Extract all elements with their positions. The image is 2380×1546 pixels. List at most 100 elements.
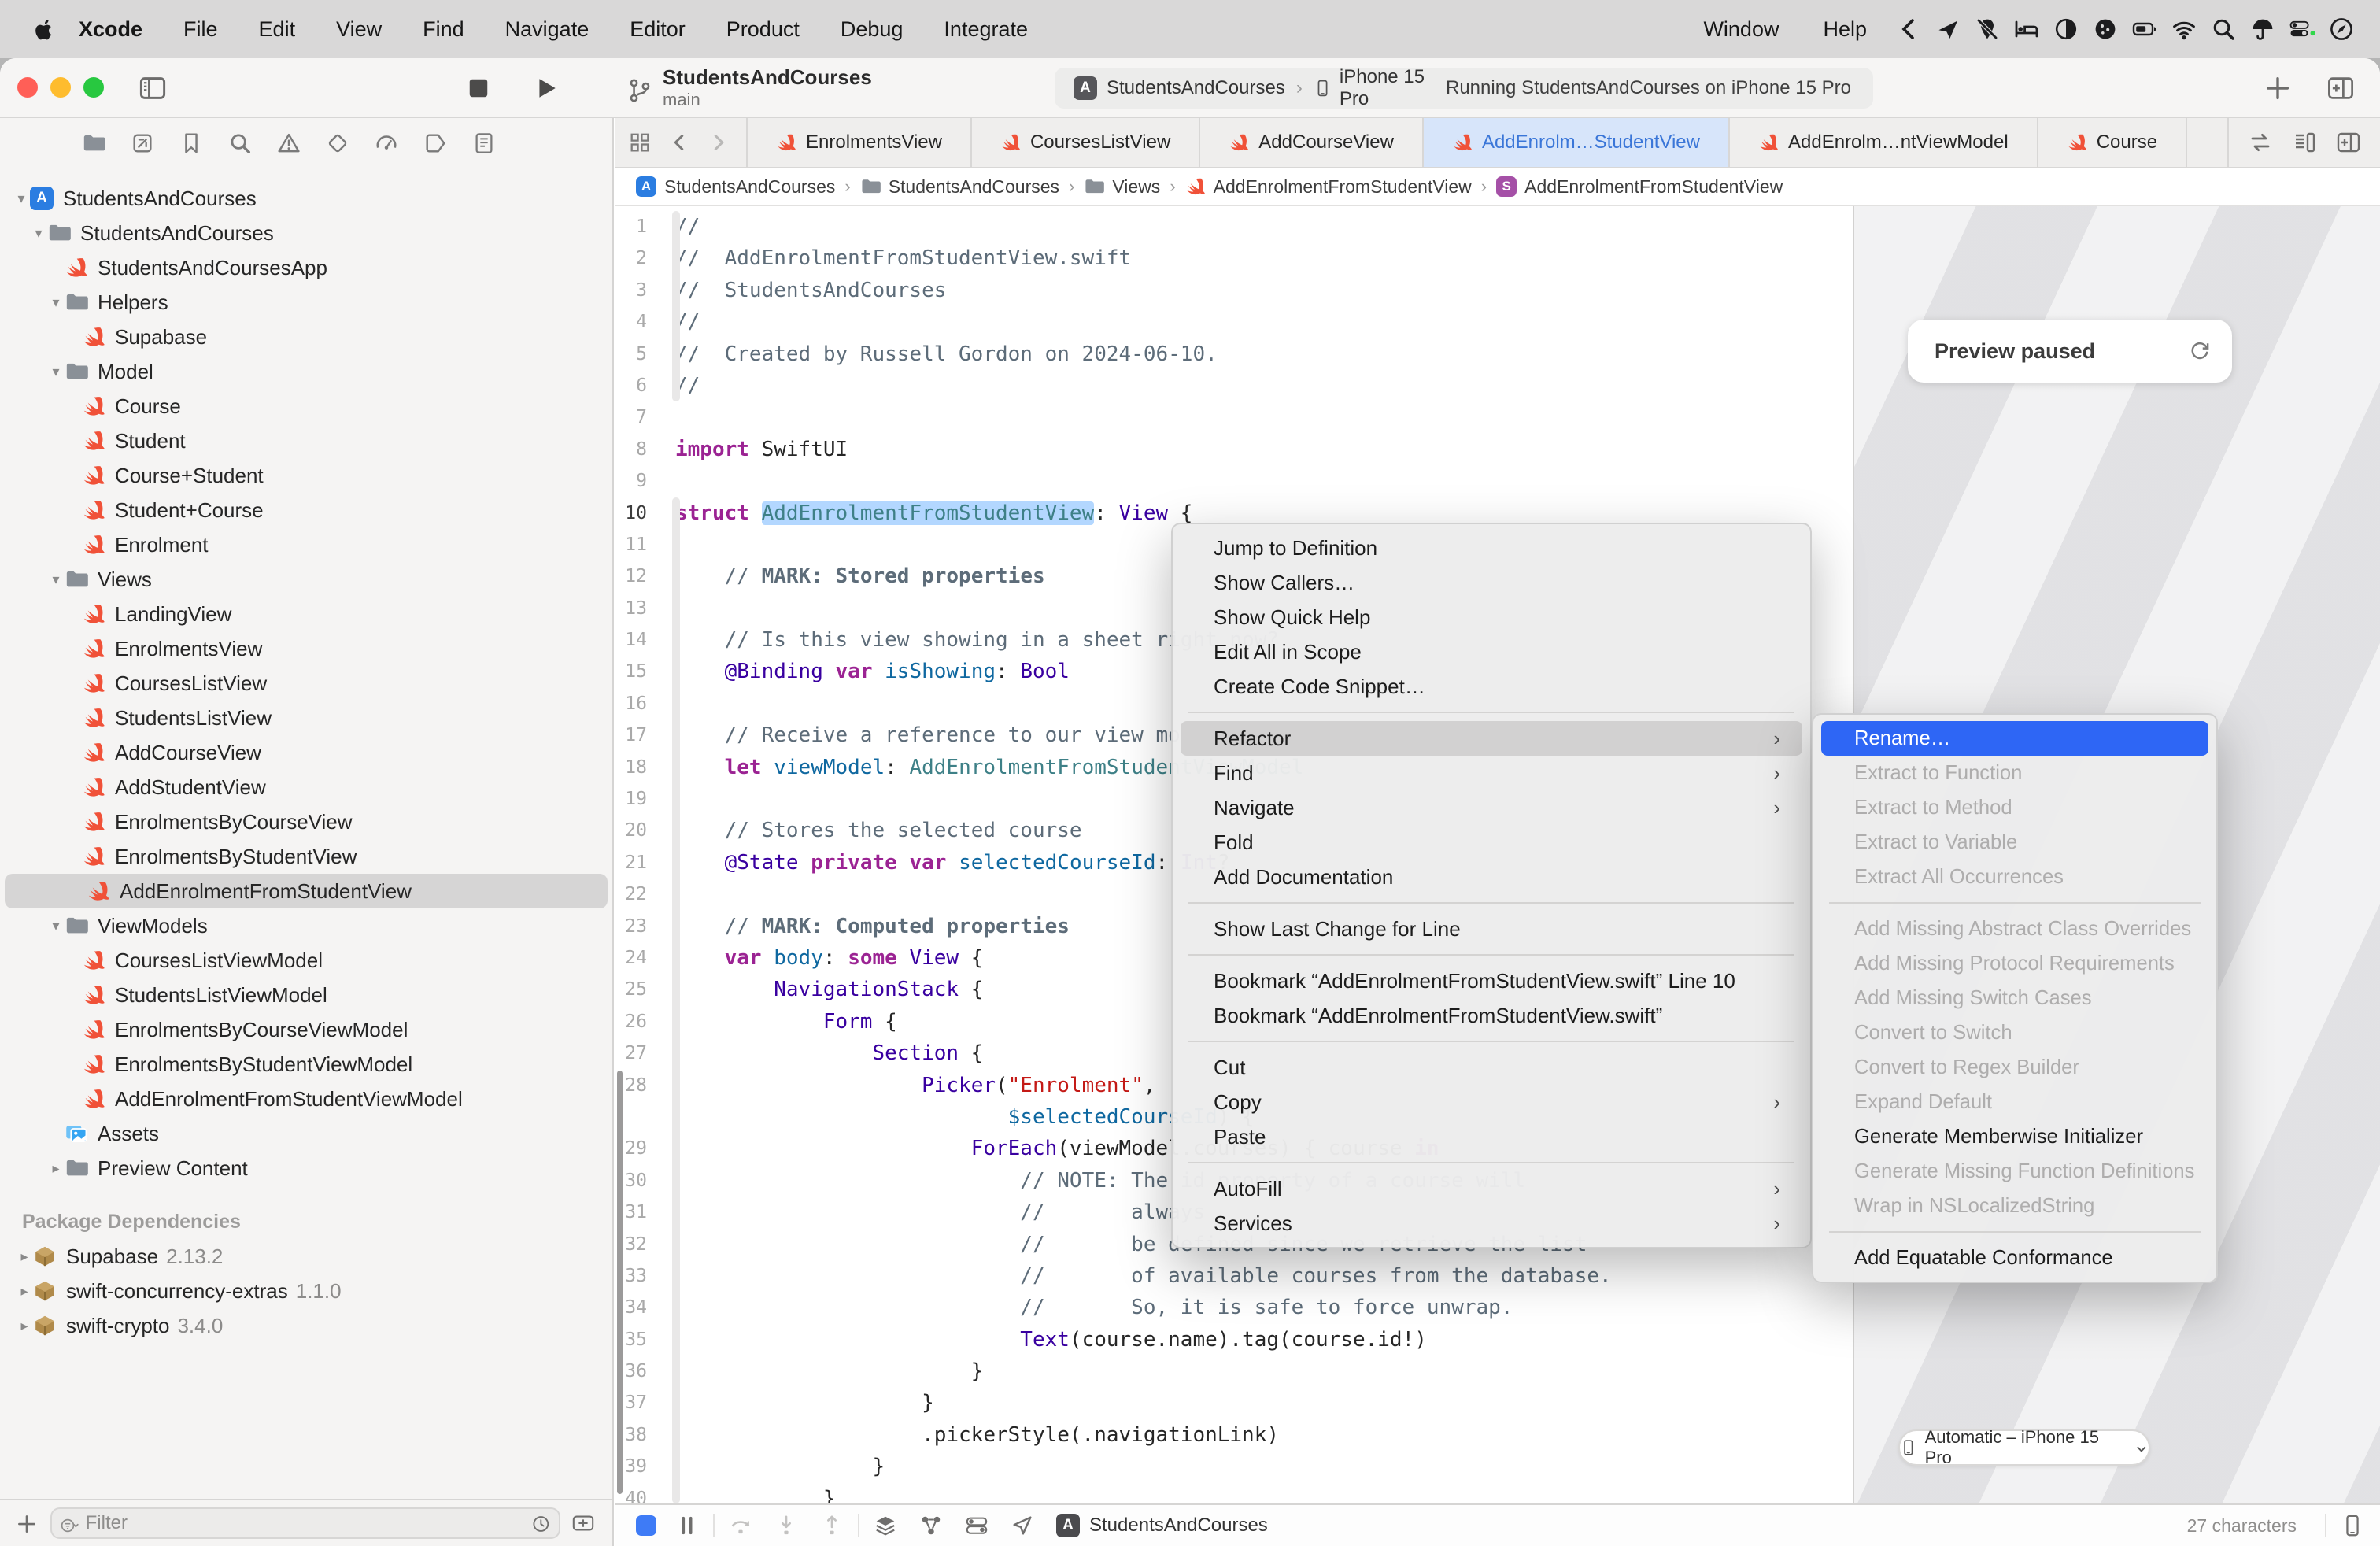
code-review-icon[interactable] [2248,130,2273,155]
sidebar-item-model[interactable]: ▾Model [0,354,612,389]
zoom-window-button[interactable] [83,77,104,98]
scheme-selector[interactable]: A StudentsAndCourses › iPhone 15 Pro Run… [1055,68,1873,109]
vpn-icon[interactable] [1935,16,1961,43]
recent-files-icon[interactable] [531,1512,551,1534]
disclosure-icon[interactable]: ▾ [47,918,65,934]
navigator-tab-folder[interactable] [82,131,105,155]
tab-addenrolm-ntviewmodel[interactable]: AddEnrolm…ntViewModel [1730,118,2038,167]
back-icon[interactable] [667,131,691,154]
bed-icon[interactable] [2013,16,2040,43]
menu-item-generate-memberwise-initializer[interactable]: Generate Memberwise Initializer [1821,1119,2208,1154]
menu-item-find[interactable]: Find› [1181,756,1802,790]
menu-item-autofill[interactable]: AutoFill› [1181,1171,1802,1206]
step-out-icon[interactable] [820,1514,844,1537]
navigator-tab-testdiamond[interactable] [326,131,349,155]
toggles-icon[interactable] [2289,16,2315,43]
location-off-icon[interactable] [1974,16,2001,43]
tab-courseslistview[interactable]: CoursesListView [972,118,1200,167]
search-icon[interactable] [2210,16,2237,43]
disclosure-icon[interactable]: ▸ [47,1160,65,1177]
menu-view[interactable]: View [316,17,402,42]
menu-editor[interactable]: Editor [609,17,706,42]
menu-item-bookmark-addenrolmentfromstudentview-swift-line-10[interactable]: Bookmark “AddEnrolmentFromStudentView.sw… [1181,963,1802,998]
sidebar-item-studentsandcourses[interactable]: ▾AStudentsAndCourses [0,181,612,216]
breakpoints-toggle[interactable] [636,1515,656,1536]
run-button[interactable] [532,74,560,102]
sidebar-item-courseslistview[interactable]: CoursesListView [0,666,612,701]
menu-navigate[interactable]: Navigate [485,17,610,42]
scheme-device-label[interactable]: iPhone 15 Pro [1340,66,1446,110]
filter-field[interactable] [50,1507,560,1539]
tab-addcourseview[interactable]: AddCourseView [1200,118,1424,167]
filter-input[interactable] [86,1512,532,1534]
disclosure-icon[interactable]: ▾ [47,364,65,380]
sidebar-item-preview-content[interactable]: ▸Preview Content [0,1151,612,1185]
menu-item-show-callers[interactable]: Show Callers… [1181,565,1802,600]
sidebar-item-enrolment[interactable]: Enrolment [0,527,612,562]
breadcrumb-studentsandcourses[interactable]: StudentsAndCourses [860,176,1059,198]
umbrella-icon[interactable] [2249,16,2276,43]
menu-xcode[interactable]: Xcode [58,17,163,42]
disclosure-icon[interactable]: ▾ [13,190,30,207]
menu-item-cut[interactable]: Cut [1181,1050,1802,1085]
sidebar-item-helpers[interactable]: ▾Helpers [0,285,612,320]
adjust-editor-options-icon[interactable] [2292,130,2317,155]
navigator-tab-vcs[interactable] [131,131,154,155]
running-process[interactable]: A StudentsAndCourses [1056,1514,1268,1537]
breadcrumb-addenrolmentfromstudentview[interactable]: SAddEnrolmentFromStudentView [1496,176,1783,198]
menu-item-edit-all-in-scope[interactable]: Edit All in Scope [1181,634,1802,669]
menu-item-fold[interactable]: Fold [1181,825,1802,860]
sidebar-item-enrolmentsbycourseviewmodel[interactable]: EnrolmentsByCourseViewModel [0,1012,612,1047]
sidebar-item-supabase[interactable]: Supabase [0,320,612,354]
memory-graph-icon[interactable] [919,1514,943,1537]
cookie-icon[interactable] [2092,16,2119,43]
add-filter-icon[interactable] [570,1511,597,1535]
step-over-icon[interactable] [729,1514,752,1537]
navigator-tab-warning[interactable] [277,131,301,155]
menu-debug[interactable]: Debug [820,17,924,42]
menu-item-navigate[interactable]: Navigate› [1181,790,1802,825]
disclosure-icon[interactable]: ▸ [16,1318,33,1334]
forward-icon[interactable] [707,131,730,154]
menu-item-jump-to-definition[interactable]: Jump to Definition [1181,531,1802,565]
breadcrumb-addenrolmentfromstudentview[interactable]: AddEnrolmentFromStudentView [1185,176,1472,198]
sidebar-item-studentslistviewmodel[interactable]: StudentsListViewModel [0,978,612,1012]
battery-icon[interactable] [2131,16,2158,43]
sidebar-item-student[interactable]: Student [0,423,612,458]
tab-course[interactable]: Course [2038,118,2187,167]
disclosure-icon[interactable]: ▸ [16,1283,33,1300]
sidebar-item-studentsandcourses[interactable]: ▾StudentsAndCourses [0,216,612,250]
apple-icon[interactable] [31,16,58,43]
compass-icon[interactable] [2328,16,2355,43]
disclosure-icon[interactable]: ▾ [30,225,47,242]
sidebar-item-courseslistviewmodel[interactable]: CoursesListViewModel [0,943,612,978]
navigator-tab-search[interactable] [228,131,252,155]
environment-overrides-icon[interactable] [965,1514,989,1537]
menu-item-refactor[interactable]: Refactor› [1181,721,1802,756]
sidebar-item-studentsandcoursesapp[interactable]: StudentsAndCoursesApp [0,250,612,285]
sidebar-item-addstudentview[interactable]: AddStudentView [0,770,612,804]
related-items-icon[interactable] [628,131,652,154]
sidebar-item-course-student[interactable]: Course+Student [0,458,612,493]
step-into-icon[interactable] [774,1514,798,1537]
close-window-button[interactable] [17,77,38,98]
sidebar-item-student-course[interactable]: Student+Course [0,493,612,527]
menu-window[interactable]: Window [1687,17,1794,42]
menu-item-bookmark-addenrolmentfromstudentview-swift[interactable]: Bookmark “AddEnrolmentFromStudentView.sw… [1181,998,1802,1033]
sidebar-item-studentslistview[interactable]: StudentsListView [0,701,612,735]
menu-item-services[interactable]: Services› [1181,1206,1802,1241]
menu-item-rename[interactable]: Rename… [1821,721,2208,756]
sidebar-item-enrolmentsbycourseview[interactable]: EnrolmentsByCourseView [0,804,612,839]
navigator-tab-bookmark[interactable] [179,131,203,155]
stop-button[interactable] [464,74,493,102]
navigator-tab-report[interactable] [472,131,496,155]
menu-item-add-documentation[interactable]: Add Documentation [1181,860,1802,894]
sidebar-item-landingview[interactable]: LandingView [0,597,612,631]
add-file-icon[interactable] [16,1512,38,1534]
menu-item-show-quick-help[interactable]: Show Quick Help [1181,600,1802,634]
breadcrumb-studentsandcourses[interactable]: AStudentsAndCourses [636,176,835,198]
breadcrumb-views[interactable]: Views [1084,176,1160,198]
sidebar-item-course[interactable]: Course [0,389,612,423]
menu-item-show-last-change-for-line[interactable]: Show Last Change for Line [1181,912,1802,946]
menu-find[interactable]: Find [402,17,485,42]
